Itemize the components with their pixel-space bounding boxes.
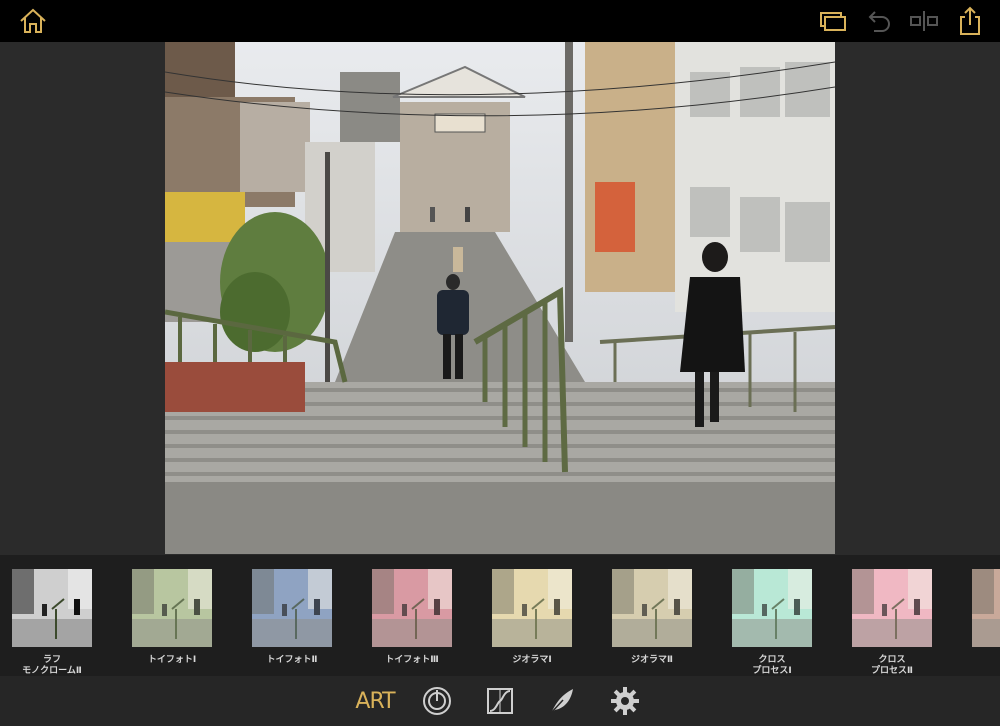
filter-label: ラフ モノクロームⅡ — [22, 655, 82, 676]
filter-preview-image — [492, 569, 572, 647]
filter-preview-image — [612, 569, 692, 647]
main-photo[interactable] — [165, 42, 835, 554]
filter-label: クロス プロセスⅡ — [871, 655, 913, 676]
filter-label: ジ — [972, 655, 1000, 666]
filter-preview-image — [372, 569, 452, 647]
feather-icon[interactable] — [546, 685, 578, 717]
filter-preview-image — [732, 569, 812, 647]
curves-icon[interactable] — [484, 685, 516, 717]
filter-label: トイフォトⅡ — [266, 655, 318, 665]
filter-thumbnail[interactable]: トイフォトⅠ — [132, 569, 212, 666]
art-tab[interactable]: ART — [355, 685, 395, 717]
share-icon[interactable] — [955, 6, 985, 36]
filter-label: トイフォトⅢ — [385, 655, 439, 665]
filter-thumbnail[interactable]: ジ — [972, 569, 1000, 666]
filter-preview-image — [852, 569, 932, 647]
art-tab-label: ART — [355, 688, 395, 714]
dial-icon[interactable] — [421, 685, 453, 717]
filter-thumbnail[interactable]: トイフォトⅢ — [372, 569, 452, 666]
home-icon[interactable] — [18, 6, 48, 36]
filter-preview-image — [132, 569, 212, 647]
filter-label: クロス プロセスⅠ — [752, 655, 792, 676]
filter-thumbnail[interactable]: クロス プロセスⅠ — [732, 569, 812, 676]
filter-thumbnail[interactable]: クロス プロセスⅡ — [852, 569, 932, 676]
split-view-icon[interactable] — [909, 6, 939, 36]
filter-preview-image — [12, 569, 92, 647]
filter-label: ジオラマⅠ — [512, 655, 552, 665]
gear-icon[interactable] — [609, 685, 641, 717]
filter-preview-image — [252, 569, 332, 647]
filter-thumbnail[interactable]: トイフォトⅡ — [252, 569, 332, 666]
layers-icon[interactable] — [818, 6, 848, 36]
street-stairs-photo — [165, 42, 835, 554]
bottom-toolbar: ART — [0, 676, 1000, 726]
undo-icon[interactable] — [863, 6, 893, 36]
filter-label: ジオラマⅡ — [631, 655, 673, 665]
filter-preview-image — [972, 569, 1000, 647]
filter-thumbnail[interactable]: ジオラマⅡ — [612, 569, 692, 666]
top-toolbar — [0, 0, 1000, 42]
filter-thumbnail[interactable]: ジオラマⅠ — [492, 569, 572, 666]
filter-thumbnail[interactable]: ラフ モノクロームⅡ — [12, 569, 92, 676]
filter-label: トイフォトⅠ — [147, 655, 197, 665]
filter-strip[interactable]: ラフ モノクロームⅡ トイフォトⅠ トイフォトⅡ トイフォトⅢ ジオラマⅠ ジオラマⅡ クロ… — [0, 555, 1000, 676]
